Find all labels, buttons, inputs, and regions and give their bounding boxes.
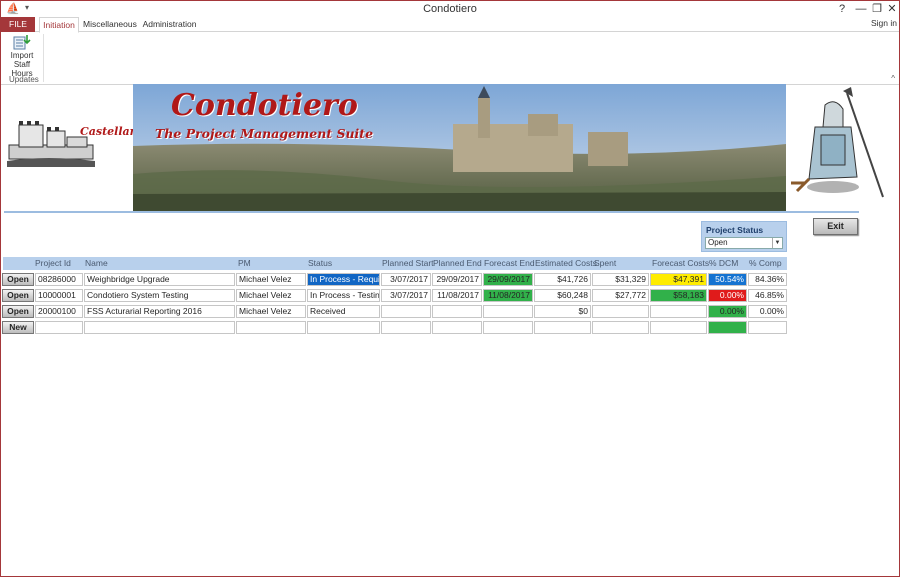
cell-planned-start[interactable] <box>381 321 431 334</box>
col-forecast-costs: Forecast Costs <box>652 258 710 268</box>
group-divider <box>43 34 44 82</box>
sign-in-link[interactable]: Sign in <box>871 18 897 28</box>
cell-planned-end[interactable]: 29/09/2017 <box>432 273 482 286</box>
banner-divider <box>4 211 859 213</box>
cell-forecast-costs[interactable]: $47,391 <box>650 273 707 286</box>
cell-name[interactable]: FSS Acturarial Reporting 2016 <box>84 305 235 318</box>
cell-planned-end[interactable]: 11/08/2017 <box>432 289 482 302</box>
tab-administration[interactable]: Administration <box>142 17 197 32</box>
exit-button[interactable]: Exit <box>813 218 858 235</box>
cell-planned-start[interactable]: 3/07/2017 <box>381 289 431 302</box>
col-dcm: % DCM <box>709 258 739 268</box>
cell-forecast-costs[interactable]: $58,183 <box>650 289 707 302</box>
cell-comp[interactable]: 46.85% <box>748 289 787 302</box>
close-button[interactable]: ✕ <box>885 2 899 16</box>
col-comp: % Comp <box>749 258 782 268</box>
cell-estimated-costs[interactable]: $41,726 <box>534 273 591 286</box>
cell-dcm[interactable]: 0.00% <box>708 305 747 318</box>
cell-status[interactable]: Received <box>307 305 380 318</box>
cell-planned-start[interactable] <box>381 305 431 318</box>
cell-planned-start[interactable]: 3/07/2017 <box>381 273 431 286</box>
cell-project-id[interactable]: 10000001 <box>35 289 83 302</box>
cell-dcm[interactable]: 0.00% <box>708 289 747 302</box>
col-planned-end: Planned End <box>433 258 482 268</box>
cell-spent[interactable] <box>592 305 649 318</box>
minimize-button[interactable]: — <box>854 2 868 16</box>
cell-spent[interactable]: $31,329 <box>592 273 649 286</box>
col-project-id: Project Id <box>35 258 71 268</box>
cell-planned-end[interactable] <box>432 305 482 318</box>
castellan-logo-text: Castellan <box>80 125 138 138</box>
col-pm: PM <box>238 258 251 268</box>
cell-name[interactable] <box>84 321 235 334</box>
cell-status[interactable]: In Process - Requirem <box>307 273 380 286</box>
col-spent: Spent <box>594 258 617 268</box>
title-bar: ⛵ ▾ Condotiero ? — ❐ ✕ <box>1 1 899 17</box>
cell-spent[interactable] <box>592 321 649 334</box>
cell-comp[interactable]: 0.00% <box>748 305 787 318</box>
knight-icon <box>787 87 887 207</box>
window-title: Condotiero <box>423 3 477 15</box>
tab-miscellaneous[interactable]: Miscellaneous <box>83 17 137 32</box>
cell-forecast-end[interactable]: 11/08/2017 <box>483 289 533 302</box>
import-label-line1: Import <box>10 51 34 60</box>
status-filter-value: Open <box>708 238 728 247</box>
cell-forecast-end[interactable]: 29/09/2017 <box>483 273 533 286</box>
cell-forecast-costs[interactable] <box>650 321 707 334</box>
col-status: Status <box>308 258 333 268</box>
project-status-filter: Project Status Filter Open ▼ <box>701 221 787 252</box>
cell-comp[interactable]: 84.36% <box>748 273 787 286</box>
cell-forecast-end[interactable] <box>483 305 533 318</box>
cell-estimated-costs[interactable]: $60,248 <box>534 289 591 302</box>
grid-header-row: Project Id Name PM Status Planned Start … <box>3 257 787 270</box>
cell-comp[interactable] <box>748 321 787 334</box>
import-staff-hours-button[interactable]: Import Staff Hours <box>3 34 41 78</box>
app-window: ⛵ ▾ Condotiero ? — ❐ ✕ FILE Initiation M… <box>0 0 900 577</box>
col-forecast-end: Forecast End <box>484 258 535 268</box>
cell-pm[interactable]: Michael Velez <box>236 305 306 318</box>
status-filter-select[interactable]: Open ▼ <box>705 237 783 249</box>
restore-button[interactable]: ❐ <box>870 2 884 16</box>
import-icon <box>13 34 31 50</box>
cell-status[interactable] <box>307 321 380 334</box>
new-project-button[interactable]: New <box>2 321 34 334</box>
tab-file[interactable]: FILE <box>1 17 35 32</box>
ribbon-body: Import Staff Hours Updates ^ <box>1 32 899 85</box>
banner-subtitle: The Project Management Suite <box>155 126 374 141</box>
cell-pm[interactable]: Michael Velez <box>236 289 306 302</box>
cell-planned-end[interactable] <box>432 321 482 334</box>
open-project-button[interactable]: Open <box>2 289 34 302</box>
cell-project-id[interactable]: 20000100 <box>35 305 83 318</box>
cell-status[interactable]: In Process - Testing <box>307 289 380 302</box>
cell-pm[interactable]: Michael Velez <box>236 273 306 286</box>
cell-pm[interactable] <box>236 321 306 334</box>
cell-forecast-end[interactable] <box>483 321 533 334</box>
help-button[interactable]: ? <box>835 2 849 16</box>
col-planned-start: Planned Start <box>382 258 434 268</box>
cell-name[interactable]: Weighbridge Upgrade <box>84 273 235 286</box>
chevron-down-icon[interactable]: ▼ <box>772 238 782 248</box>
cell-name[interactable]: Condotiero System Testing <box>84 289 235 302</box>
open-project-button[interactable]: Open <box>2 305 34 318</box>
col-name: Name <box>85 258 108 268</box>
group-label-updates: Updates <box>9 75 39 84</box>
cell-dcm[interactable]: 50.54% <box>708 273 747 286</box>
banner-image: Condotiero The Project Management Suite <box>133 84 786 211</box>
cell-forecast-costs[interactable] <box>650 305 707 318</box>
cell-project-id[interactable] <box>35 321 83 334</box>
cell-spent[interactable]: $27,772 <box>592 289 649 302</box>
cell-estimated-costs[interactable]: $0 <box>534 305 591 318</box>
banner-title: Condotiero <box>171 88 358 123</box>
cell-project-id[interactable]: 08286000 <box>35 273 83 286</box>
collapse-ribbon-icon[interactable]: ^ <box>891 74 895 83</box>
castellan-logo <box>7 111 131 169</box>
open-project-button[interactable]: Open <box>2 273 34 286</box>
ribbon-tabs: FILE Initiation Miscellaneous Administra… <box>1 17 899 33</box>
cell-dcm[interactable] <box>708 321 747 334</box>
col-estimated-costs: Estimated Costs <box>535 258 597 268</box>
cell-estimated-costs[interactable] <box>534 321 591 334</box>
tab-initiation[interactable]: Initiation <box>39 17 79 33</box>
